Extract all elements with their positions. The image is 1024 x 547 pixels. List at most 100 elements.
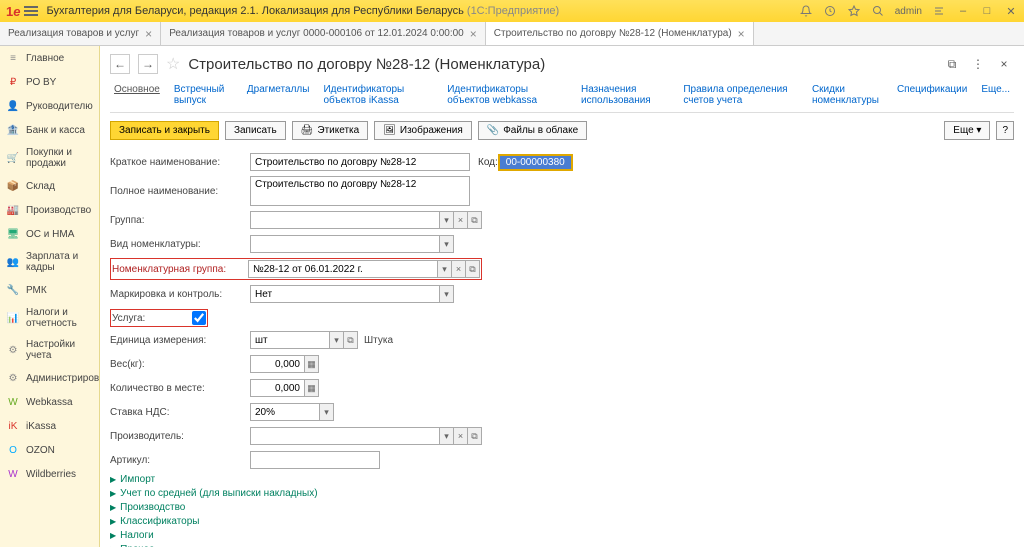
stepper-icon[interactable]: ▦: [305, 355, 319, 373]
tab-1[interactable]: Реализация товаров и услуг 0000-000106 о…: [161, 22, 486, 45]
qty-input[interactable]: [250, 379, 305, 397]
minimize-icon[interactable]: –: [956, 4, 970, 18]
label-button[interactable]: 🖨 Этикетка: [292, 121, 369, 140]
dropdown-icon[interactable]: ▾: [440, 427, 454, 445]
code-value[interactable]: 00-00000380: [498, 154, 573, 171]
save-button[interactable]: Записать: [225, 121, 286, 140]
tab-0[interactable]: Реализация товаров и услуг×: [0, 22, 161, 45]
sidebar-item-2[interactable]: 👤Руководителю: [0, 94, 99, 118]
expander-2[interactable]: ▶Производство: [110, 502, 1014, 513]
sidebar-label: РМК: [26, 285, 47, 296]
dropdown-icon[interactable]: ▾: [440, 285, 454, 303]
type-input[interactable]: [250, 235, 440, 253]
forward-button[interactable]: →: [138, 54, 158, 74]
sidebar-item-11[interactable]: ⚙Настройки учета: [0, 334, 99, 366]
weight-input[interactable]: [250, 355, 305, 373]
history-icon[interactable]: [823, 4, 837, 18]
close-icon[interactable]: ×: [470, 27, 477, 41]
sidebar-item-7[interactable]: 🖥ОС и НМА: [0, 222, 99, 246]
star-icon[interactable]: [847, 4, 861, 18]
menu-dots-icon[interactable]: ⋮: [968, 54, 988, 74]
subnav-0[interactable]: Основное: [114, 84, 160, 106]
sidebar-item-16[interactable]: WWildberries: [0, 462, 99, 486]
clear-icon[interactable]: ×: [454, 427, 468, 445]
maximize-icon[interactable]: □: [980, 4, 994, 18]
sidebar-item-14[interactable]: iKiKassa: [0, 414, 99, 438]
detach-icon[interactable]: ⧉: [942, 54, 962, 74]
sidebar-label: Покупки и продажи: [26, 147, 93, 169]
sidebar-icon: 🔧: [6, 283, 20, 297]
sidebar-item-9[interactable]: 🔧 РМК: [0, 278, 99, 302]
vat-input[interactable]: [250, 403, 320, 421]
open-icon[interactable]: ⧉: [468, 211, 482, 229]
sidebar-item-0[interactable]: ≡Главное: [0, 46, 99, 70]
cloud-files-button[interactable]: 📎 Файлы в облаке: [478, 121, 587, 140]
sidebar-item-5[interactable]: 📦Склад: [0, 174, 99, 198]
article-input[interactable]: [250, 451, 380, 469]
service-checkbox[interactable]: [192, 311, 206, 325]
dropdown-icon[interactable]: ▾: [330, 331, 344, 349]
clear-icon[interactable]: ×: [454, 211, 468, 229]
nom-group-input[interactable]: [248, 260, 438, 278]
subnav-7[interactable]: Скидки номенклатуры: [812, 84, 883, 106]
marking-input[interactable]: [250, 285, 440, 303]
expander-0[interactable]: ▶Импорт: [110, 474, 1014, 485]
sidebar-icon: 🛒: [6, 151, 20, 165]
sidebar-item-3[interactable]: 🏦Банк и касса: [0, 118, 99, 142]
open-icon[interactable]: ⧉: [466, 260, 480, 278]
sidebar-icon: W: [6, 467, 20, 481]
qty-label: Количество в месте:: [110, 383, 250, 394]
full-name-input[interactable]: Строительство по договру №28-12: [250, 176, 470, 206]
sidebar-item-10[interactable]: 📊Налоги и отчетность: [0, 302, 99, 334]
manufacturer-input[interactable]: [250, 427, 440, 445]
tab-2[interactable]: Строительство по договру №28-12 (Номенкл…: [486, 22, 754, 45]
sidebar-item-6[interactable]: 🏭Производство: [0, 198, 99, 222]
unit-input[interactable]: [250, 331, 330, 349]
subnav-8[interactable]: Спецификации: [897, 84, 967, 106]
sidebar-item-15[interactable]: OOZON: [0, 438, 99, 462]
help-button[interactable]: ?: [996, 121, 1014, 140]
expander-3[interactable]: ▶Классификаторы: [110, 516, 1014, 527]
close-icon[interactable]: ×: [738, 27, 745, 41]
options-icon[interactable]: [932, 4, 946, 18]
dropdown-icon[interactable]: ▾: [440, 211, 454, 229]
sidebar-icon: O: [6, 443, 20, 457]
subnav-9[interactable]: Еще...: [981, 84, 1010, 106]
group-input[interactable]: [250, 211, 440, 229]
sidebar-item-4[interactable]: 🛒 Покупки и продажи: [0, 142, 99, 174]
close-icon[interactable]: ×: [145, 27, 152, 41]
stepper-icon[interactable]: ▦: [305, 379, 319, 397]
short-name-input[interactable]: [250, 153, 470, 171]
subnav-6[interactable]: Правила определения счетов учета: [683, 84, 798, 106]
favorite-icon[interactable]: ☆: [166, 54, 180, 74]
clear-icon[interactable]: ×: [452, 260, 466, 278]
sidebar-item-12[interactable]: ⚙Администрирование: [0, 366, 99, 390]
save-close-button[interactable]: Записать и закрыть: [110, 121, 219, 140]
more-button[interactable]: Еще ▾: [944, 121, 990, 140]
bell-icon[interactable]: [799, 4, 813, 18]
back-button[interactable]: ←: [110, 54, 130, 74]
search-icon[interactable]: [871, 4, 885, 18]
expander-4[interactable]: ▶Налоги: [110, 530, 1014, 541]
close-window-icon[interactable]: ✕: [1004, 4, 1018, 18]
sidebar-item-13[interactable]: WWebkassa: [0, 390, 99, 414]
dropdown-icon[interactable]: ▾: [438, 260, 452, 278]
sidebar-item-1[interactable]: ₽РО BY: [0, 70, 99, 94]
chevron-right-icon: ▶: [110, 489, 116, 498]
sidebar-icon: ⚙: [6, 343, 20, 357]
subnav-3[interactable]: Идентификаторы объектов iKassa: [323, 84, 433, 106]
subnav-1[interactable]: Встречный выпуск: [174, 84, 233, 106]
sidebar-item-8[interactable]: 👥Зарплата и кадры: [0, 246, 99, 278]
images-button[interactable]: 🖼 Изображения: [374, 121, 472, 140]
menu-icon[interactable]: [24, 6, 38, 16]
dropdown-icon[interactable]: ▾: [440, 235, 454, 253]
open-icon[interactable]: ⧉: [468, 427, 482, 445]
expander-1[interactable]: ▶Учет по средней (для выписки накладных): [110, 488, 1014, 499]
subnav-4[interactable]: Идентификаторы объектов webkassa: [447, 84, 567, 106]
open-icon[interactable]: ⧉: [344, 331, 358, 349]
dropdown-icon[interactable]: ▾: [320, 403, 334, 421]
close-form-icon[interactable]: ×: [994, 54, 1014, 74]
user-label[interactable]: admin: [895, 6, 922, 17]
subnav-2[interactable]: Драгметаллы: [247, 84, 310, 106]
subnav-5[interactable]: Назначения использования: [581, 84, 669, 106]
